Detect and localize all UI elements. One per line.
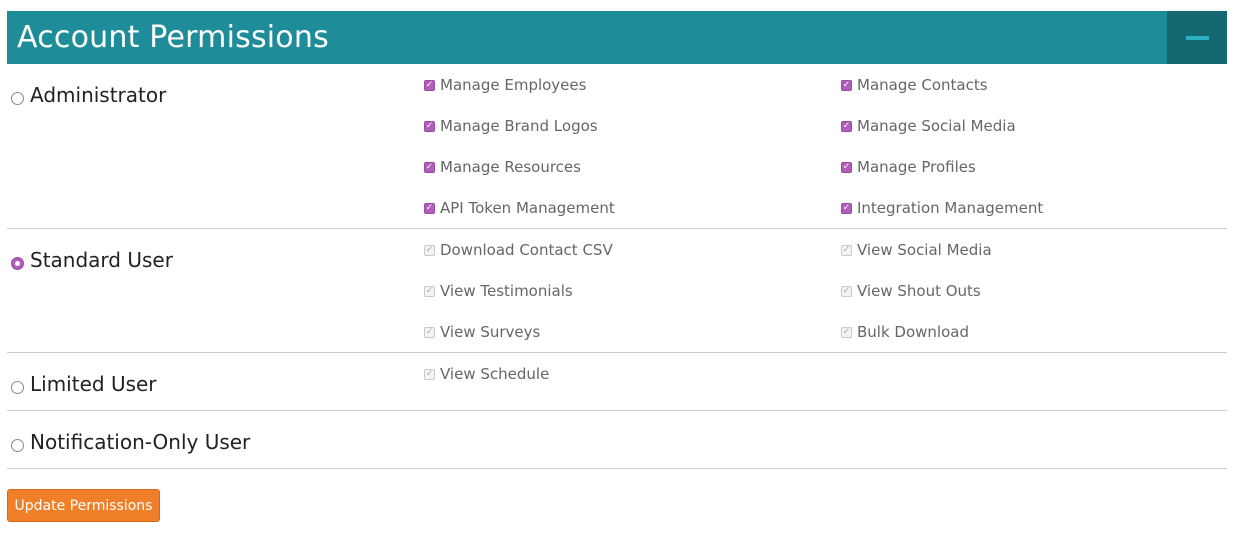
permission-label: View Testimonials (440, 282, 573, 300)
page-title: Account Permissions (17, 20, 329, 55)
checkbox-checked-icon: ✓ (424, 161, 435, 173)
permission-label: View Schedule (440, 365, 550, 383)
panel-header: Account Permissions (7, 11, 1227, 64)
role-option-limited-user[interactable]: Limited User (11, 372, 157, 396)
permission-manage-profiles: ✓ Manage Profiles (841, 158, 976, 176)
radio-standard-user[interactable] (11, 256, 24, 270)
permission-label: View Surveys (440, 323, 541, 341)
permission-view-schedule: ✓ View Schedule (424, 365, 549, 383)
checkbox-checked-icon: ✓ (841, 161, 852, 173)
checkbox-disabled-icon: ✓ (841, 285, 852, 297)
permission-label: Bulk Download (857, 323, 969, 341)
role-section-limited-user: Limited User ✓ View Schedule (7, 353, 1227, 411)
checkbox-disabled-icon: ✓ (841, 244, 852, 256)
role-option-administrator[interactable]: Administrator (11, 83, 166, 107)
permission-integration-management: ✓ Integration Management (841, 199, 1043, 217)
permission-label: View Shout Outs (857, 282, 981, 300)
role-label: Standard User (30, 248, 173, 272)
role-option-standard-user[interactable]: Standard User (11, 248, 173, 272)
permission-label: View Social Media (857, 241, 992, 259)
permission-label: Manage Contacts (857, 76, 988, 94)
permission-manage-employees: ✓ Manage Employees (424, 76, 586, 94)
role-section-administrator: Administrator ✓ Manage Employees ✓ Manag… (7, 64, 1227, 229)
checkbox-checked-icon: ✓ (841, 202, 852, 214)
permission-label: Manage Resources (440, 158, 581, 176)
permission-view-testimonials: ✓ View Testimonials (424, 282, 573, 300)
checkbox-checked-icon: ✓ (424, 202, 435, 214)
permission-label: Manage Brand Logos (440, 117, 598, 135)
permission-view-social-media: ✓ View Social Media (841, 241, 992, 259)
checkbox-disabled-icon: ✓ (424, 326, 435, 338)
role-section-notification-only-user: Notification-Only User (7, 411, 1227, 469)
permission-bulk-download: ✓ Bulk Download (841, 323, 969, 341)
checkbox-checked-icon: ✓ (424, 120, 435, 132)
radio-limited-user[interactable] (11, 380, 24, 394)
role-label: Limited User (30, 372, 157, 396)
permission-api-token-management: ✓ API Token Management (424, 199, 615, 217)
role-label: Notification-Only User (30, 430, 251, 454)
role-option-notification-only-user[interactable]: Notification-Only User (11, 430, 250, 454)
checkbox-disabled-icon: ✓ (424, 285, 435, 297)
checkbox-checked-icon: ✓ (841, 79, 852, 91)
permission-label: Integration Management (857, 199, 1044, 217)
checkbox-disabled-icon: ✓ (841, 326, 852, 338)
permission-label: Download Contact CSV (440, 241, 613, 259)
permission-manage-social-media: ✓ Manage Social Media (841, 117, 1016, 135)
radio-notification-only-user[interactable] (11, 438, 24, 452)
role-section-standard-user: Standard User ✓ Download Contact CSV ✓ V… (7, 229, 1227, 353)
checkbox-checked-icon: ✓ (424, 79, 435, 91)
collapse-button[interactable] (1167, 11, 1227, 64)
permission-label: Manage Social Media (857, 117, 1016, 135)
update-permissions-button[interactable]: Update Permissions (7, 489, 160, 522)
radio-administrator[interactable] (11, 91, 24, 105)
permission-view-surveys: ✓ View Surveys (424, 323, 540, 341)
checkbox-disabled-icon: ✓ (424, 368, 435, 380)
permission-label: Manage Employees (440, 76, 587, 94)
permission-manage-contacts: ✓ Manage Contacts (841, 76, 988, 94)
checkbox-checked-icon: ✓ (841, 120, 852, 132)
checkbox-disabled-icon: ✓ (424, 244, 435, 256)
permission-download-contact-csv: ✓ Download Contact CSV (424, 241, 613, 259)
permission-manage-resources: ✓ Manage Resources (424, 158, 581, 176)
permission-label: API Token Management (440, 199, 615, 217)
role-label: Administrator (30, 83, 167, 107)
permission-label: Manage Profiles (857, 158, 976, 176)
minus-icon (1186, 36, 1209, 40)
permission-view-shout-outs: ✓ View Shout Outs (841, 282, 981, 300)
permission-manage-brand-logos: ✓ Manage Brand Logos (424, 117, 598, 135)
